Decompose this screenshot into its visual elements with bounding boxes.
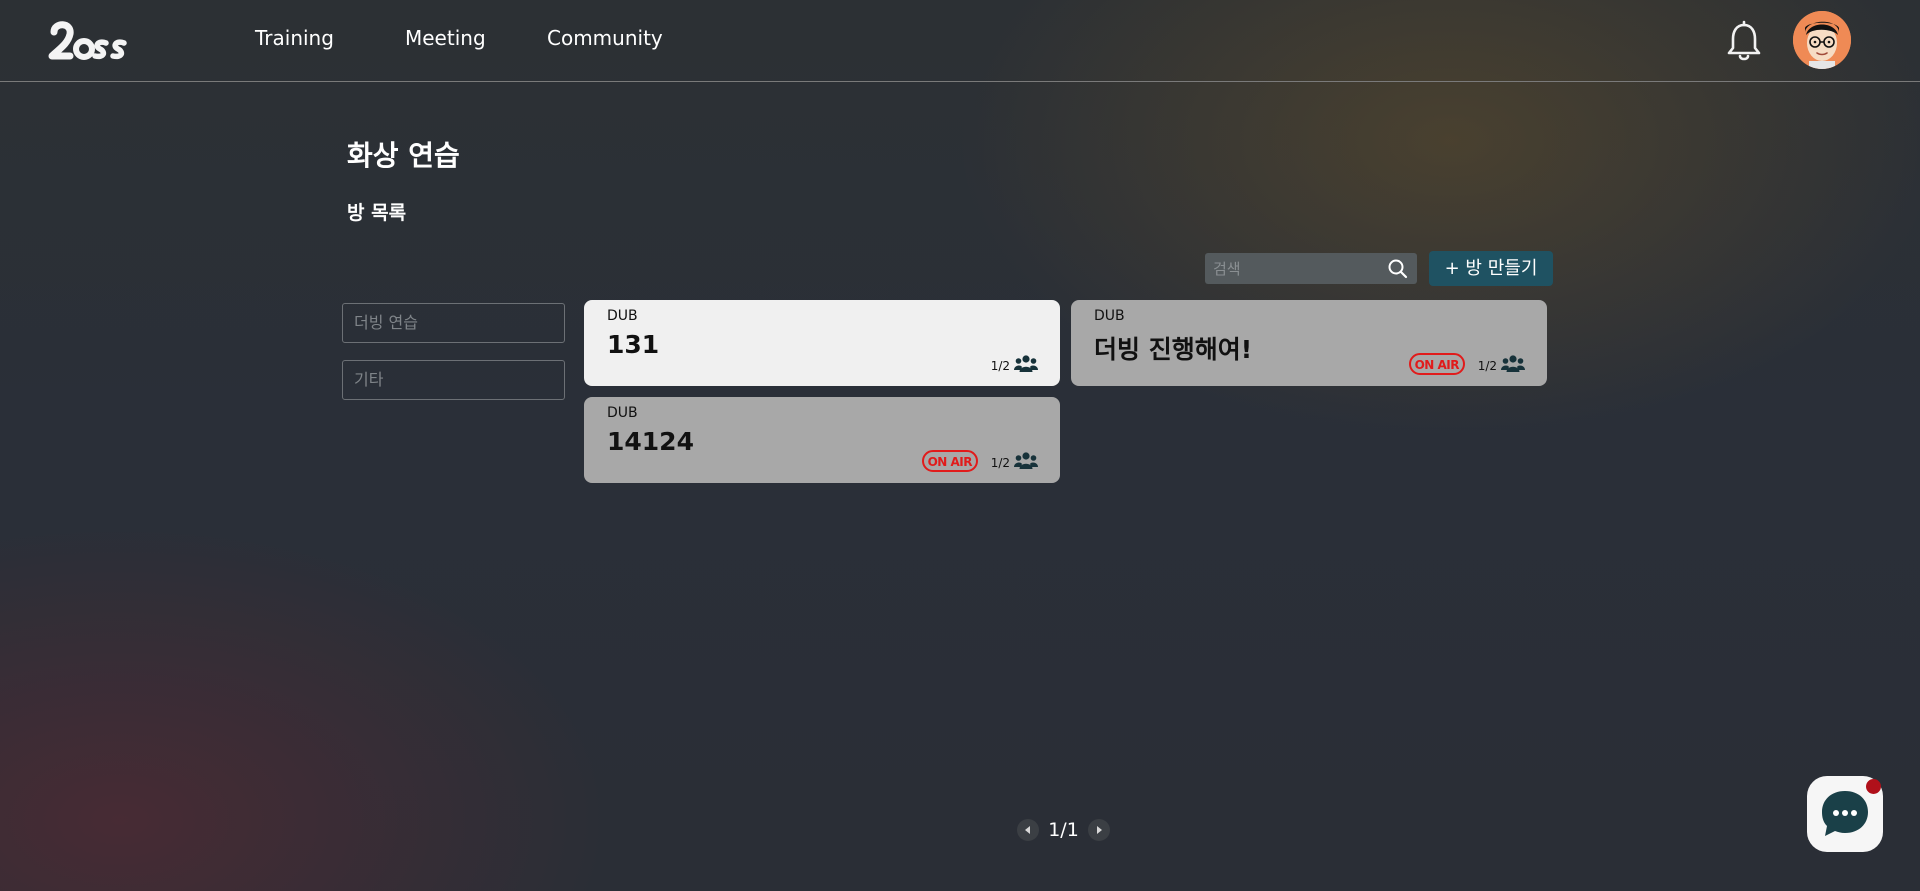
search-icon[interactable]	[1387, 258, 1408, 279]
filter-dubbing-practice[interactable]: 더빙 연습	[342, 303, 565, 343]
page-title: 화상 연습	[347, 139, 460, 172]
on-air-badge: ON AIR	[921, 450, 978, 472]
room-category: DUB	[1094, 308, 1125, 324]
voss-logo[interactable]	[48, 16, 132, 64]
room-name: 131	[607, 330, 660, 359]
room-name: 더빙 진행해여!	[1094, 335, 1253, 364]
section-title: 방 목록	[347, 202, 407, 224]
top-navigation-bar: Training Meeting Community	[0, 0, 1920, 82]
avatar-face-icon	[1793, 11, 1851, 69]
people-icon	[1501, 355, 1525, 372]
on-air-badge: ON AIR	[1408, 353, 1465, 375]
pagination-label: 1/1	[1048, 819, 1079, 841]
room-card[interactable]: DUB 더빙 진행해여! ON AIR 1/2	[1071, 300, 1547, 386]
filter-etc[interactable]: 기타	[342, 360, 565, 400]
room-participant-count: 1/2	[990, 359, 1010, 373]
people-icon	[1014, 452, 1038, 469]
notification-dot	[1866, 779, 1881, 794]
room-category: DUB	[607, 308, 638, 324]
room-participant-count: 1/2	[1477, 359, 1497, 373]
room-name: 14124	[607, 427, 694, 456]
room-category: DUB	[607, 405, 638, 421]
create-room-button[interactable]: + 방 만들기	[1429, 251, 1553, 286]
nav-meeting[interactable]: Meeting	[405, 26, 486, 50]
room-card[interactable]: DUB 131 1/2	[584, 300, 1060, 386]
people-icon	[1014, 355, 1038, 372]
room-card[interactable]: DUB 14124 ON AIR 1/2	[584, 397, 1060, 483]
nav-community[interactable]: Community	[547, 26, 663, 50]
chevron-right-icon	[1097, 826, 1102, 834]
nav-training[interactable]: Training	[255, 26, 334, 50]
bell-icon[interactable]	[1725, 20, 1763, 62]
room-participant-count: 1/2	[990, 456, 1010, 470]
avatar[interactable]	[1793, 11, 1851, 69]
pagination-next-button[interactable]	[1088, 819, 1110, 841]
chevron-left-icon	[1025, 826, 1030, 834]
search-box	[1205, 253, 1417, 284]
search-input[interactable]	[1213, 253, 1383, 284]
pagination-prev-button[interactable]	[1017, 819, 1039, 841]
